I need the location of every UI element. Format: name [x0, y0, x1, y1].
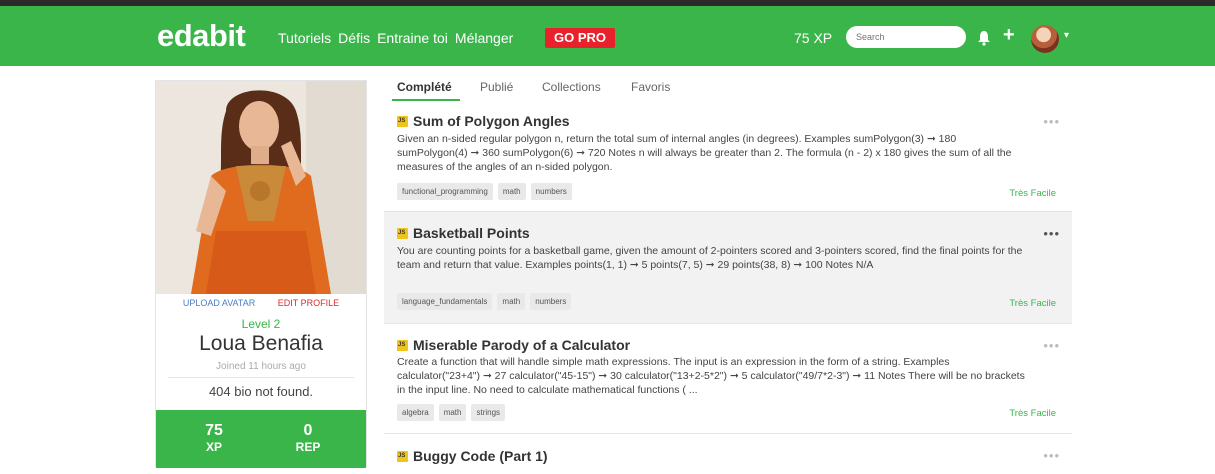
tab-favoris[interactable]: Favoris	[631, 80, 670, 94]
difficulty-label: Très Facile	[1009, 408, 1056, 419]
nav-link-entraine-toi[interactable]: Entraine toi	[377, 30, 448, 46]
difficulty-label: Très Facile	[1009, 298, 1056, 309]
profile-photo	[156, 81, 366, 294]
search-input[interactable]	[846, 26, 966, 48]
tab-collections[interactable]: Collections	[542, 80, 601, 94]
edit-profile-link[interactable]: EDIT PROFILE	[278, 298, 339, 308]
profile-card: UPLOAD AVATAR EDIT PROFILE Level 2 Loua …	[155, 80, 367, 468]
plus-icon[interactable]: +	[1003, 24, 1015, 47]
nav-link-melanger[interactable]: Mélanger	[455, 30, 513, 46]
joined-date: Joined 11 hours ago	[216, 361, 306, 372]
challenge-title[interactable]: Basketball Points	[413, 225, 530, 241]
challenge-card[interactable]: JS Buggy Code (Part 1) •••	[384, 434, 1072, 474]
profile-actions: UPLOAD AVATAR EDIT PROFILE	[156, 298, 366, 308]
challenge-card[interactable]: JS Basketball Points You are counting po…	[384, 212, 1072, 324]
stat-rep: 0 REP	[268, 422, 348, 454]
edabit-logo[interactable]: edabit	[157, 18, 246, 54]
stat-xp-value: 75	[205, 422, 223, 439]
nav-links: Tutoriels Défis Entraine toi Mélanger	[278, 30, 520, 46]
chevron-down-icon[interactable]: ▾	[1064, 30, 1069, 41]
stat-xp: 75 XP	[174, 422, 254, 454]
javascript-badge-icon: JS	[397, 228, 408, 239]
challenge-title[interactable]: Sum of Polygon Angles	[413, 113, 570, 129]
tag[interactable]: language_fundamentals	[397, 293, 493, 310]
stats-panel: 75 XP 0 REP	[156, 410, 366, 468]
tag[interactable]: math	[497, 293, 526, 310]
go-pro-button[interactable]: GO PRO	[545, 28, 616, 48]
active-tab-indicator	[392, 99, 460, 101]
tab-complete[interactable]: Complété	[397, 80, 452, 94]
more-options-icon[interactable]: •••	[1043, 226, 1060, 241]
challenge-title[interactable]: Miserable Parody of a Calculator	[413, 337, 630, 353]
tag[interactable]: algebra	[397, 404, 434, 421]
more-options-icon[interactable]: •••	[1043, 338, 1060, 353]
challenge-description: You are counting points for a basketball…	[397, 245, 1023, 271]
challenge-title[interactable]: Buggy Code (Part 1)	[413, 448, 548, 464]
user-level: Level 2	[241, 317, 281, 331]
tag[interactable]: functional_programming	[397, 183, 493, 200]
nav-link-defis[interactable]: Défis	[338, 30, 370, 46]
user-bio: 404 bio not found.	[208, 384, 314, 399]
stat-xp-label: XP	[205, 440, 222, 454]
tag[interactable]: strings	[471, 404, 506, 421]
tag[interactable]: math	[438, 404, 467, 421]
javascript-badge-icon: JS	[397, 340, 408, 351]
stat-rep-label: REP	[295, 440, 321, 454]
more-options-icon[interactable]: •••	[1043, 114, 1060, 129]
stat-rep-value: 0	[303, 422, 313, 439]
tab-publie[interactable]: Publié	[480, 80, 513, 94]
nav-link-tutoriels[interactable]: Tutoriels	[278, 30, 331, 46]
more-options-icon[interactable]: •••	[1043, 448, 1060, 463]
tag[interactable]: numbers	[530, 293, 572, 310]
challenge-description: Given an n-sided regular polygon n, retu…	[397, 133, 1012, 173]
tag-list: algebra math strings	[397, 404, 510, 421]
user-name: Loua Benafia	[199, 332, 323, 355]
user-avatar[interactable]	[1031, 25, 1059, 53]
upload-avatar-link[interactable]: UPLOAD AVATAR	[183, 298, 255, 308]
divider	[168, 377, 354, 378]
difficulty-label: Très Facile	[1009, 188, 1056, 199]
tag-list: functional_programming math numbers	[397, 183, 577, 200]
xp-counter[interactable]: 75 XP	[794, 30, 832, 46]
tag[interactable]: numbers	[530, 183, 572, 200]
top-navbar: edabit Tutoriels Défis Entraine toi Méla…	[0, 6, 1215, 66]
challenge-description: Create a function that will handle simpl…	[397, 356, 1025, 396]
tag[interactable]: math	[497, 183, 526, 200]
challenge-card[interactable]: JS Miserable Parody of a Calculator Crea…	[384, 324, 1072, 434]
challenge-card[interactable]: JS Sum of Polygon Angles Given an n-side…	[384, 104, 1072, 212]
tag-list: language_fundamentals math numbers	[397, 293, 576, 310]
javascript-badge-icon: JS	[397, 116, 408, 127]
javascript-badge-icon: JS	[397, 451, 408, 462]
bell-icon[interactable]	[977, 30, 991, 46]
